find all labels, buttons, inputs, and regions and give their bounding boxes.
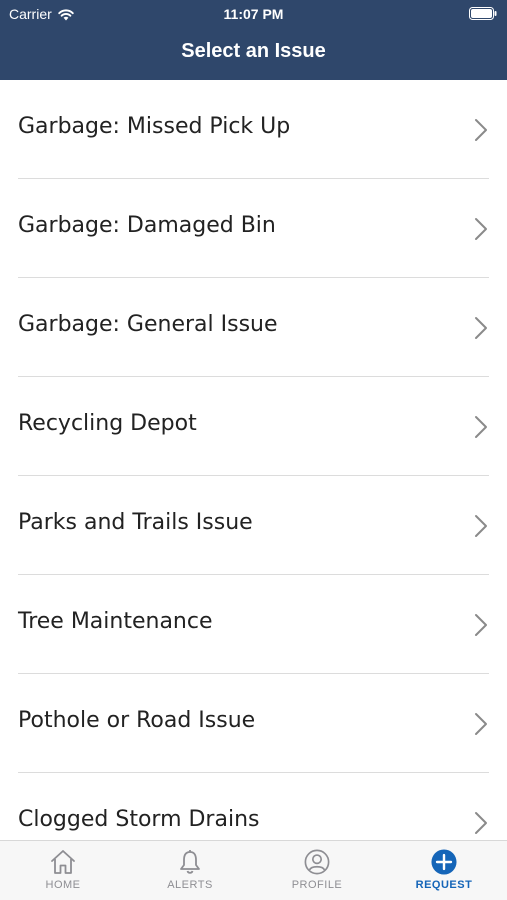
list-item-label: Parks and Trails Issue (18, 510, 253, 535)
tab-home[interactable]: HOME (0, 841, 126, 900)
list-item[interactable]: Garbage: Missed Pick Up (0, 80, 507, 179)
tab-profile[interactable]: PROFILE (254, 841, 380, 900)
tab-alerts[interactable]: ALERTS (127, 841, 253, 900)
list-item-label: Pothole or Road Issue (18, 708, 256, 733)
list-item-label: Garbage: Missed Pick Up (18, 114, 291, 139)
tab-request[interactable]: REQUEST (381, 841, 507, 900)
chevron-right-icon (475, 416, 487, 438)
app-header: Carrier 11:07 PM Select an Issue (0, 0, 507, 80)
list-item[interactable]: Garbage: Damaged Bin (0, 179, 507, 278)
list-item-label: Garbage: Damaged Bin (18, 213, 276, 238)
chevron-right-icon (475, 317, 487, 339)
chevron-right-icon (475, 119, 487, 141)
list-item-label: Clogged Storm Drains (18, 807, 260, 832)
battery-icon (469, 7, 497, 23)
page-title: Select an Issue (181, 40, 326, 62)
list-item[interactable]: Recycling Depot (0, 377, 507, 476)
chevron-right-icon (475, 713, 487, 735)
bell-icon (180, 850, 200, 874)
plus-circle-icon (431, 849, 457, 875)
list-item[interactable]: Garbage: General Issue (0, 278, 507, 377)
list-item[interactable]: Parks and Trails Issue (0, 476, 507, 575)
chevron-right-icon (475, 218, 487, 240)
list-item-label: Garbage: General Issue (18, 312, 278, 337)
list-item[interactable]: Tree Maintenance (0, 575, 507, 674)
tab-label: HOME (45, 879, 81, 891)
tab-label: PROFILE (291, 879, 343, 891)
list-item-label: Recycling Depot (18, 411, 197, 436)
tab-label: REQUEST (415, 879, 473, 891)
chevron-right-icon (475, 614, 487, 636)
user-icon (304, 849, 330, 875)
list-item[interactable]: Pothole or Road Issue (0, 674, 507, 773)
issue-list: Garbage: Missed Pick Up Garbage: Damaged… (0, 80, 507, 840)
tab-bar: HOME ALERTS PROFILE REQUEST (0, 840, 507, 900)
chevron-right-icon (475, 812, 487, 834)
status-bar: Carrier 11:07 PM (0, 0, 507, 28)
tab-label: ALERTS (167, 879, 213, 891)
list-item[interactable]: Clogged Storm Drains (0, 773, 507, 840)
home-icon (51, 850, 75, 874)
chevron-right-icon (475, 515, 487, 537)
status-time: 11:07 PM (223, 6, 284, 22)
list-item-label: Tree Maintenance (18, 609, 213, 634)
